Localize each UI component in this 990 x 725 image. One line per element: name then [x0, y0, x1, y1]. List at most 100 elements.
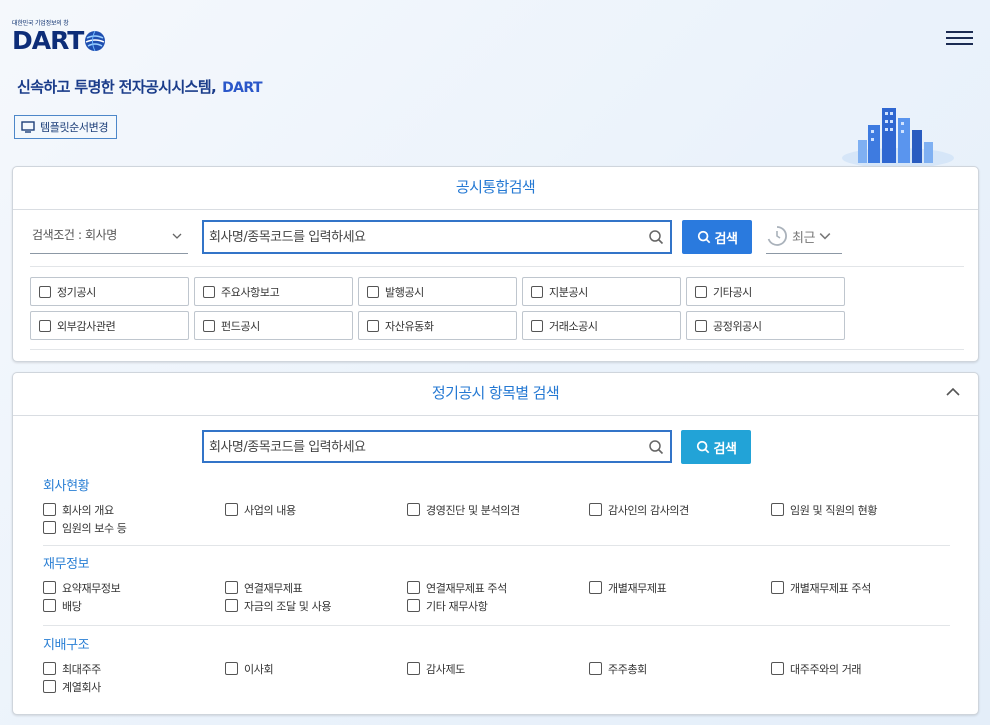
category-checkbox-other[interactable]: 기타공시 [686, 277, 845, 306]
checkbox[interactable] [225, 581, 238, 594]
category-checkbox-securitization[interactable]: 자산유동화 [358, 311, 517, 340]
checkbox[interactable] [43, 680, 56, 693]
integrated-search-button[interactable]: 검색 [682, 220, 752, 254]
category-label: 정기공시 [57, 285, 96, 299]
search-icon[interactable] [648, 229, 664, 245]
checkbox[interactable] [531, 319, 543, 332]
checkbox[interactable] [225, 503, 238, 516]
divider [43, 625, 950, 626]
category-checkbox-regular[interactable]: 정기공시 [30, 277, 189, 306]
item-label: 배당 [62, 599, 82, 613]
item-checkbox[interactable]: 임원의 보수 등 [43, 520, 225, 535]
chevron-up-icon[interactable] [946, 387, 960, 397]
checkbox[interactable] [589, 581, 602, 594]
item-checkbox[interactable]: 회사의 개요 [43, 502, 225, 517]
section-financial-info: 재무정보 요약재무정보 연결재무제표 연결재무제표 주석 개별재무제표 개별재무… [43, 553, 950, 613]
integrated-search-input[interactable] [204, 222, 624, 252]
hamburger-menu-icon[interactable] [946, 31, 974, 47]
item-checkbox[interactable]: 계열회사 [43, 679, 225, 694]
category-checkbox-issuance[interactable]: 발행공시 [358, 277, 517, 306]
category-checkbox-external-audit[interactable]: 외부감사관련 [30, 311, 189, 340]
item-label: 경영진단 및 분석의견 [426, 503, 520, 517]
category-label: 외부감사관련 [57, 319, 116, 333]
periodic-search-box [202, 430, 672, 463]
item-checkbox[interactable]: 감사제도 [407, 661, 589, 676]
item-checkbox[interactable]: 이사회 [225, 661, 407, 676]
checkbox[interactable] [771, 662, 784, 675]
checkbox[interactable] [407, 662, 420, 675]
checkbox[interactable] [203, 285, 215, 298]
divider [30, 266, 964, 267]
search-icon[interactable] [648, 439, 664, 455]
category-checkbox-exchange[interactable]: 거래소공시 [522, 311, 681, 340]
item-checkbox[interactable]: 기타 재무사항 [407, 598, 589, 613]
periodic-search-button[interactable]: 검색 [681, 430, 751, 464]
search-condition-select[interactable]: 검색조건 : 회사명 [30, 219, 188, 254]
recent-search-dropdown[interactable]: 최근 [766, 219, 842, 254]
periodic-search-input[interactable] [204, 432, 624, 462]
checkbox[interactable] [43, 662, 56, 675]
checkbox[interactable] [367, 285, 379, 298]
checkbox[interactable] [43, 581, 56, 594]
logo-wordmark: DART [12, 26, 84, 55]
checkbox[interactable] [695, 319, 707, 332]
category-label: 기타공시 [713, 285, 752, 299]
checkbox[interactable] [225, 662, 238, 675]
category-checkbox-ftc[interactable]: 공정위공시 [686, 311, 845, 340]
chevron-down-icon [819, 233, 831, 240]
checkbox[interactable] [407, 599, 420, 612]
checkbox[interactable] [43, 503, 56, 516]
category-label: 발행공시 [385, 285, 424, 299]
dart-logo[interactable]: 대한민국 기업정보의 창 DART [12, 18, 106, 54]
checkbox[interactable] [43, 521, 56, 534]
checkbox[interactable] [771, 503, 784, 516]
category-checkbox-equity[interactable]: 지분공시 [522, 277, 681, 306]
periodic-search-button-label: 검색 [713, 441, 737, 457]
item-checkbox[interactable]: 배당 [43, 598, 225, 613]
checkbox[interactable] [39, 285, 51, 298]
item-checkbox[interactable]: 최대주주 [43, 661, 225, 676]
item-label: 개별재무제표 [608, 581, 667, 595]
city-buildings-illustration [842, 108, 954, 168]
item-checkbox[interactable]: 사업의 내용 [225, 502, 407, 517]
template-order-label: 템플릿순서변경 [40, 121, 109, 134]
item-checkbox[interactable]: 개별재무제표 주석 [771, 580, 953, 595]
item-checkbox[interactable]: 경영진단 및 분석의견 [407, 502, 589, 517]
checkbox[interactable] [771, 581, 784, 594]
item-checkbox[interactable]: 대주주와의 거래 [771, 661, 953, 676]
category-checkbox-major-report[interactable]: 주요사항보고 [194, 277, 353, 306]
checkbox[interactable] [531, 285, 543, 298]
divider [30, 349, 964, 350]
item-label: 기타 재무사항 [426, 599, 488, 613]
search-condition-row: 검색조건 : 회사명 검색 최근 [30, 219, 961, 255]
item-checkbox[interactable]: 개별재무제표 [589, 580, 771, 595]
checkbox[interactable] [589, 503, 602, 516]
header: 대한민국 기업정보의 창 DART 신속하고 투명한 전자공시시스템, DART … [0, 0, 990, 168]
section-title: 회사현황 [43, 479, 90, 494]
item-checkbox[interactable]: 감사인의 감사의견 [589, 502, 771, 517]
item-checkbox[interactable]: 연결재무제표 주석 [407, 580, 589, 595]
checkbox[interactable] [203, 319, 215, 332]
item-label: 최대주주 [62, 662, 101, 676]
template-order-button[interactable]: 템플릿순서변경 [14, 115, 118, 139]
item-label: 임원 및 직원의 현황 [790, 503, 878, 517]
checkbox[interactable] [407, 503, 420, 516]
checkbox[interactable] [367, 319, 379, 332]
category-checkbox-fund[interactable]: 펀드공시 [194, 311, 353, 340]
checkbox[interactable] [407, 581, 420, 594]
checkbox[interactable] [43, 599, 56, 612]
item-checkbox[interactable]: 연결재무제표 [225, 580, 407, 595]
item-checkbox[interactable]: 임원 및 직원의 현황 [771, 502, 953, 517]
checkbox[interactable] [39, 319, 51, 332]
checkbox[interactable] [589, 662, 602, 675]
item-checkbox[interactable]: 주주총회 [589, 661, 771, 676]
item-label: 연결재무제표 주석 [426, 581, 507, 595]
checkbox[interactable] [695, 285, 707, 298]
checkbox[interactable] [225, 599, 238, 612]
periodic-search-title-text: 정기공시 항목별 검색 [431, 384, 560, 402]
recent-clock-icon [767, 226, 787, 246]
item-checkbox[interactable]: 요약재무정보 [43, 580, 225, 595]
divider [43, 545, 950, 546]
item-label: 계열회사 [62, 680, 101, 694]
item-checkbox[interactable]: 자금의 조달 및 사용 [225, 598, 407, 613]
